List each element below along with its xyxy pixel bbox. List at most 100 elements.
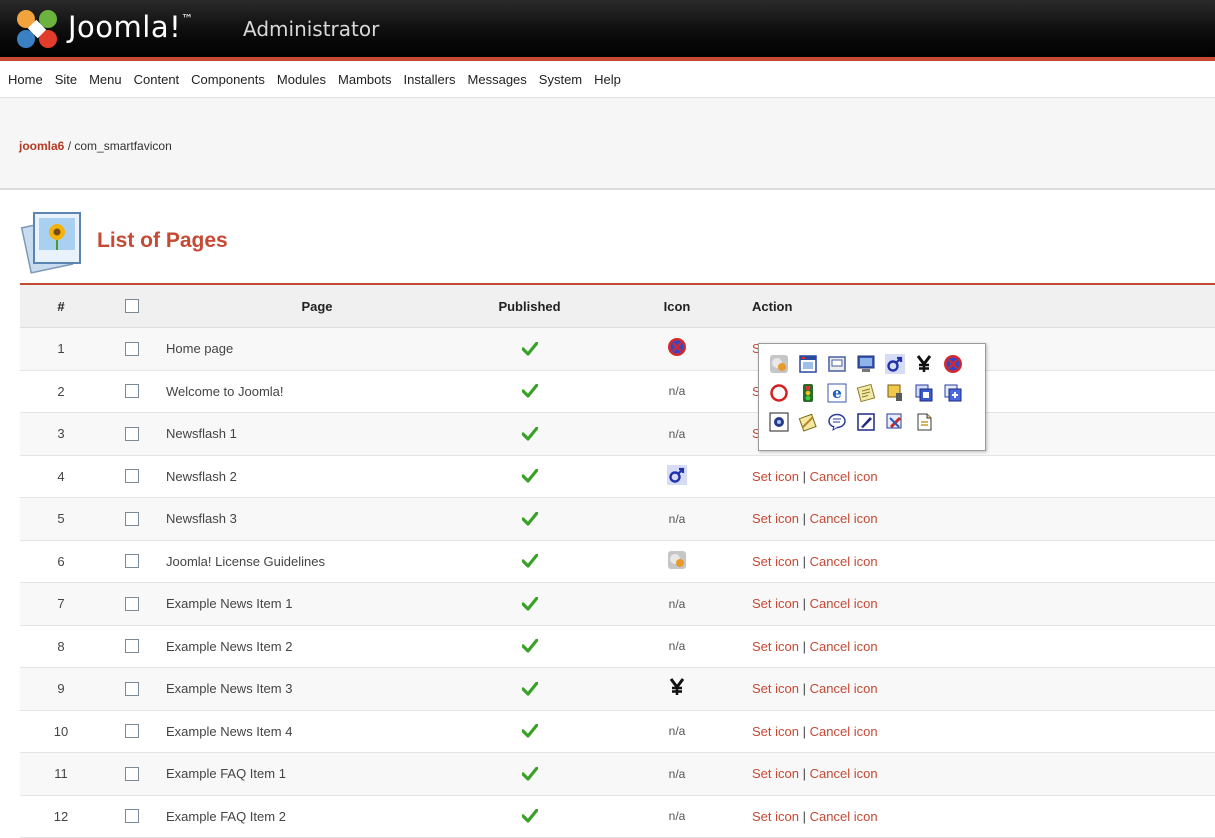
- favicon-cell: n/a: [617, 724, 737, 738]
- cancel-icon-link[interactable]: Cancel icon: [810, 766, 878, 781]
- favicon-cell: [617, 550, 737, 573]
- icon-picker-popup: e: [758, 343, 986, 451]
- favicon-cell: n/a: [617, 512, 737, 526]
- row-checkbox[interactable]: [125, 427, 139, 441]
- row-number: 5: [20, 511, 102, 526]
- set-icon-link[interactable]: Set icon: [752, 724, 799, 739]
- row-checkbox[interactable]: [125, 512, 139, 526]
- menu-modules[interactable]: Modules: [271, 72, 332, 87]
- cancel-icon-link[interactable]: Cancel icon: [810, 469, 878, 484]
- cancel-icon-link[interactable]: Cancel icon: [810, 596, 878, 611]
- cancel-icon-link[interactable]: Cancel icon: [810, 511, 878, 526]
- set-icon-link[interactable]: Set icon: [752, 681, 799, 696]
- document-icon[interactable]: [914, 412, 934, 432]
- row-checkbox[interactable]: [125, 469, 139, 483]
- male-symbol-icon[interactable]: [885, 354, 905, 374]
- yen-icon[interactable]: [914, 354, 934, 374]
- menu-messages[interactable]: Messages: [462, 72, 533, 87]
- set-icon-link[interactable]: Set icon: [752, 766, 799, 781]
- table-header-row: # Page Published Icon Action: [20, 285, 1215, 328]
- menu-help[interactable]: Help: [588, 72, 627, 87]
- menu-site[interactable]: Site: [49, 72, 83, 87]
- notepad-icon[interactable]: [856, 383, 876, 403]
- header-page: Page: [162, 299, 442, 314]
- published-check-icon[interactable]: [442, 554, 617, 568]
- copy-blue-icon[interactable]: [914, 383, 934, 403]
- row-checkbox[interactable]: [125, 809, 139, 823]
- published-check-icon[interactable]: [442, 767, 617, 781]
- published-check-icon[interactable]: [442, 809, 617, 823]
- published-check-icon[interactable]: [442, 342, 617, 356]
- pencil-paper-icon[interactable]: [798, 412, 818, 432]
- menu-system[interactable]: System: [533, 72, 588, 87]
- published-check-icon[interactable]: [442, 682, 617, 696]
- set-icon-link[interactable]: Set icon: [752, 596, 799, 611]
- traffic-light-icon[interactable]: [798, 383, 818, 403]
- table-row: 8Example News Item 2n/aSet icon | Cancel…: [20, 626, 1215, 669]
- table-row: 2Welcome to Joomla!n/aSet icon | Cancel …: [20, 371, 1215, 414]
- menu-mambots[interactable]: Mambots: [332, 72, 397, 87]
- table-row: 1Home pageSet icon | Cancel icon: [20, 328, 1215, 371]
- published-check-icon[interactable]: [442, 724, 617, 738]
- select-all-checkbox[interactable]: [125, 299, 139, 313]
- brand-name: Joomla!™: [68, 10, 194, 44]
- published-check-icon[interactable]: [442, 384, 617, 398]
- set-icon-link[interactable]: Set icon: [752, 554, 799, 569]
- page-name: Example FAQ Item 1: [162, 766, 442, 781]
- set-icon-link[interactable]: Set icon: [752, 639, 799, 654]
- favicon-cell: [617, 337, 737, 360]
- set-icon-link[interactable]: Set icon: [752, 809, 799, 824]
- edit-icon[interactable]: [856, 412, 876, 432]
- no-entry-icon: [667, 337, 687, 360]
- cancel-icon-link[interactable]: Cancel icon: [810, 809, 878, 824]
- menu-home[interactable]: Home: [0, 72, 49, 87]
- action-separator: |: [803, 681, 806, 696]
- action-separator: |: [803, 639, 806, 654]
- menu-components[interactable]: Components: [185, 72, 271, 87]
- icon-na-text: n/a: [669, 724, 686, 738]
- book-stand-icon[interactable]: [885, 383, 905, 403]
- row-checkbox[interactable]: [125, 554, 139, 568]
- table-row: 6Joomla! License GuidelinesSet icon | Ca…: [20, 541, 1215, 584]
- grey-ball-icon[interactable]: [769, 354, 789, 374]
- row-checkbox[interactable]: [125, 342, 139, 356]
- published-check-icon[interactable]: [442, 597, 617, 611]
- row-checkbox[interactable]: [125, 384, 139, 398]
- cancel-icon-link[interactable]: Cancel icon: [810, 639, 878, 654]
- header-action: Action: [737, 299, 792, 314]
- published-check-icon[interactable]: [442, 469, 617, 483]
- favicon-cell: n/a: [617, 384, 737, 398]
- no-entry-icon[interactable]: [943, 354, 963, 374]
- window-red-icon[interactable]: [798, 354, 818, 374]
- red-ring-icon[interactable]: [769, 383, 789, 403]
- cancel-icon-link[interactable]: Cancel icon: [810, 554, 878, 569]
- copy-blue-alt-icon[interactable]: [943, 383, 963, 403]
- menu-installers[interactable]: Installers: [398, 72, 462, 87]
- row-checkbox[interactable]: [125, 682, 139, 696]
- ie-icon[interactable]: e: [827, 383, 847, 403]
- joomla-logo-icon: [14, 8, 60, 50]
- published-check-icon[interactable]: [442, 512, 617, 526]
- speech-bubble-icon[interactable]: [827, 412, 847, 432]
- menu-menu[interactable]: Menu: [83, 72, 128, 87]
- row-checkbox[interactable]: [125, 639, 139, 653]
- row-checkbox[interactable]: [125, 767, 139, 781]
- published-check-icon[interactable]: [442, 639, 617, 653]
- window-grey-icon[interactable]: [827, 354, 847, 374]
- row-checkbox[interactable]: [125, 724, 139, 738]
- action-cell: Set icon | Cancel icon: [737, 809, 878, 824]
- icon-na-text: n/a: [669, 512, 686, 526]
- monitor-icon[interactable]: [856, 354, 876, 374]
- action-separator: |: [803, 766, 806, 781]
- set-icon-link[interactable]: Set icon: [752, 511, 799, 526]
- set-icon-link[interactable]: Set icon: [752, 469, 799, 484]
- camera-icon[interactable]: [769, 412, 789, 432]
- published-check-icon[interactable]: [442, 427, 617, 441]
- cancel-icon-link[interactable]: Cancel icon: [810, 724, 878, 739]
- menu-content[interactable]: Content: [128, 72, 186, 87]
- row-checkbox[interactable]: [125, 597, 139, 611]
- breadcrumb-home-link[interactable]: joomla6: [19, 139, 64, 153]
- action-cell: Set icon | Cancel icon: [737, 724, 878, 739]
- tools-icon[interactable]: [885, 412, 905, 432]
- cancel-icon-link[interactable]: Cancel icon: [810, 681, 878, 696]
